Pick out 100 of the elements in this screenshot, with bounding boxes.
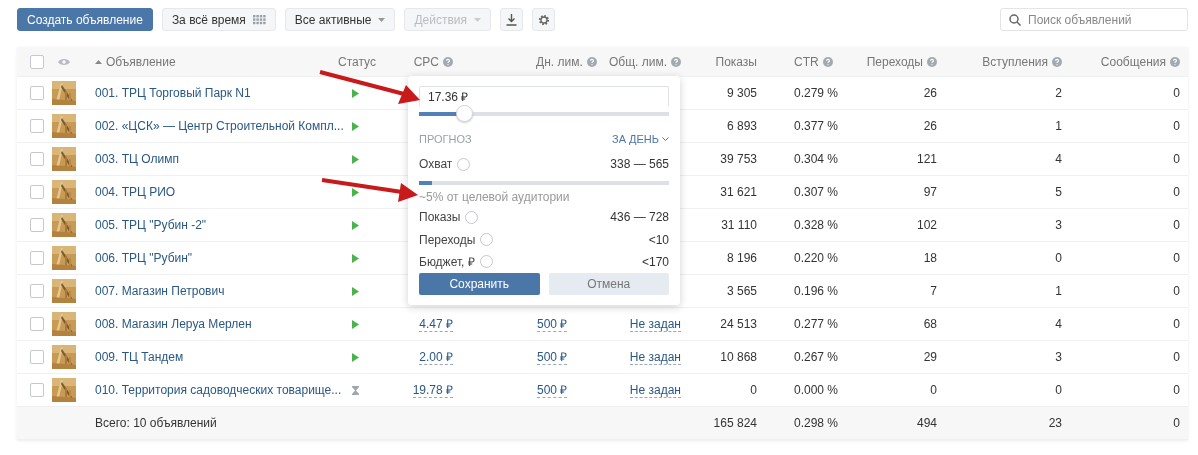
filter-dropdown[interactable]: Все активные	[284, 8, 396, 31]
caret-icon	[378, 17, 386, 22]
table-cell-text: 0.307 %	[793, 185, 839, 199]
row-checkbox[interactable]	[29, 218, 44, 232]
table-cell-text: 0	[1173, 251, 1181, 265]
ad-link[interactable]: 001. ТРЦ Торговый Парк N1	[95, 86, 251, 100]
table-cell-text: 39 753	[720, 152, 758, 166]
table-cell-text: 31 110	[721, 218, 758, 232]
download-button[interactable]	[500, 8, 523, 31]
table-cell-text: 7	[930, 284, 938, 298]
table-cell-text: 3	[1055, 350, 1063, 364]
ad-link[interactable]: 008. Магазин Леруа Мерлен	[95, 317, 252, 331]
column-header[interactable]: Показы	[715, 54, 757, 69]
eye-icon	[58, 57, 70, 66]
column-header[interactable]: CTR	[794, 54, 833, 69]
table-cell-text: 18	[923, 251, 938, 265]
column-header[interactable]: Объявление	[95, 54, 176, 69]
table-cell-text: 0.298 %	[793, 416, 839, 430]
ad-link[interactable]: 003. ТЦ Олимп	[95, 152, 179, 166]
settings-icon	[537, 13, 550, 26]
reach-label: Охват	[419, 157, 453, 172]
table-cell-text: 0	[1055, 383, 1063, 397]
row-checkbox[interactable]	[29, 317, 44, 331]
column-header[interactable]: Вступления	[982, 54, 1062, 69]
row-checkbox[interactable]	[29, 86, 44, 100]
slider-handle[interactable]	[456, 105, 473, 123]
table-cell-text: 165 824	[713, 416, 758, 430]
forecast-metric-label: Переходы	[419, 232, 476, 247]
select-all-checkbox[interactable]	[29, 54, 44, 69]
calendar-icon	[252, 14, 266, 25]
table-cell-text: 0	[1173, 86, 1181, 100]
table-cell-text: 0	[1173, 350, 1181, 364]
daily-limit-value[interactable]: 500 ₽	[537, 316, 568, 332]
row-checkbox[interactable]	[29, 152, 44, 166]
table-cell-text: 0	[1173, 185, 1181, 199]
cpc-slider[interactable]	[419, 105, 669, 122]
table-cell-text: 26	[923, 119, 938, 133]
row-checkbox[interactable]	[29, 119, 44, 133]
column-header[interactable]: CPC	[413, 54, 453, 69]
table-cell-text: 0.277 %	[793, 317, 839, 331]
column-header[interactable]: Статус	[338, 54, 376, 69]
table-cell-text: 3 565	[726, 284, 758, 298]
ad-link[interactable]: 006. ТРЦ "Рубин"	[95, 251, 193, 265]
total-limit-value[interactable]: Не задан	[629, 316, 681, 332]
chevron-icon	[662, 137, 669, 142]
play-icon	[352, 121, 359, 131]
row-checkbox[interactable]	[29, 185, 44, 199]
ad-link[interactable]: 004. ТРЦ РИО	[95, 185, 176, 199]
total-limit-value[interactable]: Не задан	[629, 382, 681, 398]
table-cell-text: 4	[1055, 317, 1063, 331]
table-cell-text: 23	[1048, 416, 1063, 430]
table-cell-text: 29	[923, 350, 938, 364]
daily-limit-value[interactable]: 500 ₽	[537, 349, 568, 365]
table-cell-text: 0	[1173, 317, 1181, 331]
audience-note: ~5% от целевой аудитории	[419, 190, 571, 205]
ad-link[interactable]: 005. ТРЦ "Рубин -2"	[95, 218, 207, 232]
row-checkbox[interactable]	[29, 383, 44, 397]
play-icon	[352, 88, 359, 98]
daily-limit-value[interactable]: 500 ₽	[537, 382, 568, 398]
table-cell-text: 0	[1173, 416, 1181, 430]
table-cell-text: 24 513	[720, 317, 758, 331]
play-icon	[352, 154, 359, 164]
total-limit-value[interactable]: Не задан	[629, 349, 681, 365]
table-cell-text: 0	[930, 383, 938, 397]
table-cell-text: 0.328 %	[793, 218, 839, 232]
reach-value: 338 — 565	[610, 157, 669, 172]
table-cell-text: 4	[1055, 152, 1063, 166]
ad-link[interactable]: 010. Территория садоводческих товарище...	[95, 383, 342, 397]
column-header[interactable]: Переходы	[866, 54, 937, 69]
play-icon	[352, 220, 359, 230]
ad-link[interactable]: 002. «ЦСК» — Центр Строительной Компл...	[95, 119, 344, 133]
period-dropdown[interactable]: ЗА ДЕНЬ	[612, 133, 669, 146]
ad-link[interactable]: 007. Магазин Петрович	[95, 284, 225, 298]
forecast-metric-value: <170	[641, 254, 669, 269]
settings-button[interactable]	[532, 8, 555, 31]
table-cell-text: 31 621	[720, 185, 758, 199]
ad-link[interactable]: 009. ТЦ Тандем	[95, 350, 184, 364]
forecast-metric-label: Бюджет, ₽	[419, 254, 475, 271]
cpc-input[interactable]: 17.36 ₽	[419, 86, 669, 107]
cpc-value[interactable]: 2.00 ₽	[419, 349, 453, 365]
period-button[interactable]: За всё время	[161, 8, 276, 31]
play-icon	[352, 352, 359, 362]
cpc-value[interactable]: 4.47 ₽	[419, 316, 453, 332]
table-cell-text: 1	[1055, 284, 1063, 298]
row-checkbox[interactable]	[29, 251, 44, 265]
save-button[interactable]: Сохранить	[419, 273, 540, 296]
table-cell-text: 26	[923, 86, 938, 100]
table-cell-text: 0	[1173, 119, 1181, 133]
download-icon	[506, 13, 517, 26]
row-checkbox[interactable]	[29, 284, 44, 298]
cancel-button[interactable]: Отмена	[548, 273, 669, 296]
row-checkbox[interactable]	[29, 350, 44, 364]
cpc-value[interactable]: 19.78 ₽	[412, 382, 453, 398]
column-header[interactable]: Сообщения	[1100, 54, 1180, 69]
table-cell-text: 97	[923, 185, 938, 199]
search-field[interactable]: Поиск объявлений	[1000, 8, 1188, 31]
column-header[interactable]: Общ. лим.	[608, 54, 681, 69]
table-cell-text: 9 305	[726, 86, 758, 100]
create-ad-button[interactable]: Создать объявление	[17, 8, 153, 31]
column-header[interactable]: Дн. лим.	[536, 54, 597, 69]
